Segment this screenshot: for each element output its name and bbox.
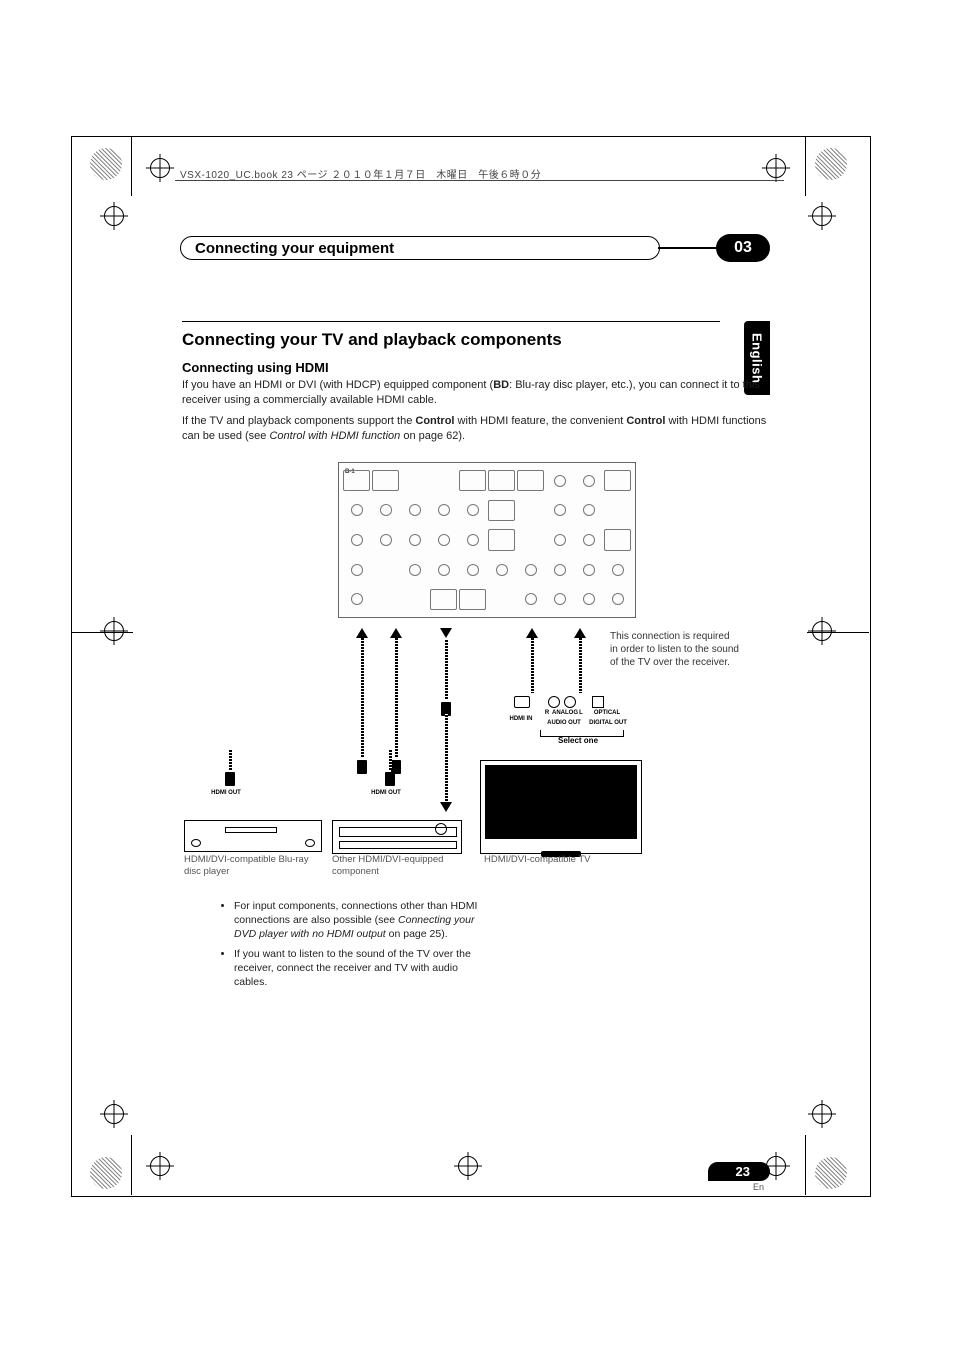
list-item: If you want to listen to the sound of th… (234, 947, 494, 990)
cable-arrow (380, 750, 400, 786)
cable-arrow (570, 628, 590, 693)
port-label: HDMI OUT (366, 790, 406, 797)
port-label: DIGITAL OUT (588, 720, 628, 727)
port-label: R (542, 710, 552, 717)
port-label: ANALOG (552, 710, 578, 717)
crop-tick (131, 136, 132, 196)
device-caption: HDMI/DVI-compatible Blu-ray disc player (184, 854, 320, 878)
bd-player-device (184, 820, 322, 852)
section-title: Connecting your TV and playback componen… (182, 330, 562, 350)
chapter-number: 03 (716, 234, 770, 262)
diagram-note: This connection is required in order to … (610, 630, 740, 669)
page-number: 23 En (686, 1162, 770, 1192)
list-item: For input components, connections other … (234, 899, 494, 942)
other-component-device (332, 820, 462, 854)
paragraph: If you have an HDMI or DVI (with HDCP) e… (182, 378, 768, 408)
port-label: L (576, 710, 586, 717)
cable-arrow (436, 628, 456, 716)
device-caption: HDMI/DVI-compatible TV (484, 854, 634, 866)
rear-panel-diagram: B-1 (338, 462, 636, 618)
crop-tick (807, 632, 869, 633)
crop-tick (805, 1135, 806, 1195)
select-one-label: Select one (558, 736, 598, 745)
bullet-list: For input components, connections other … (194, 899, 494, 996)
cable-arrow (220, 750, 240, 786)
port-label: AUDIO OUT (542, 720, 586, 727)
print-header: VSX-1020_UC.book 23 ページ ２０１０年１月７日 木曜日 午後… (180, 166, 541, 181)
cable-arrow (436, 712, 456, 812)
device-caption: Other HDMI/DVI-equipped component (332, 854, 460, 878)
paragraph: If the TV and playback components suppor… (182, 414, 768, 444)
cable-arrow (522, 628, 542, 693)
tv-device (480, 760, 642, 854)
crop-tick (131, 1135, 132, 1195)
port-label: HDMI IN (508, 716, 534, 723)
section-subtitle: Connecting using HDMI (182, 360, 329, 375)
chapter-title: Connecting your equipment (195, 240, 394, 257)
crop-tick (71, 632, 133, 633)
header-rule (175, 180, 784, 181)
chapter-bar: Connecting your equipment 03 (180, 236, 770, 260)
section-rule (182, 321, 720, 322)
crop-tick (805, 136, 806, 196)
port-label: OPTICAL (592, 710, 622, 717)
port-label: HDMI OUT (206, 790, 246, 797)
trim-frame (71, 136, 871, 1197)
cable-arrow (352, 628, 372, 774)
